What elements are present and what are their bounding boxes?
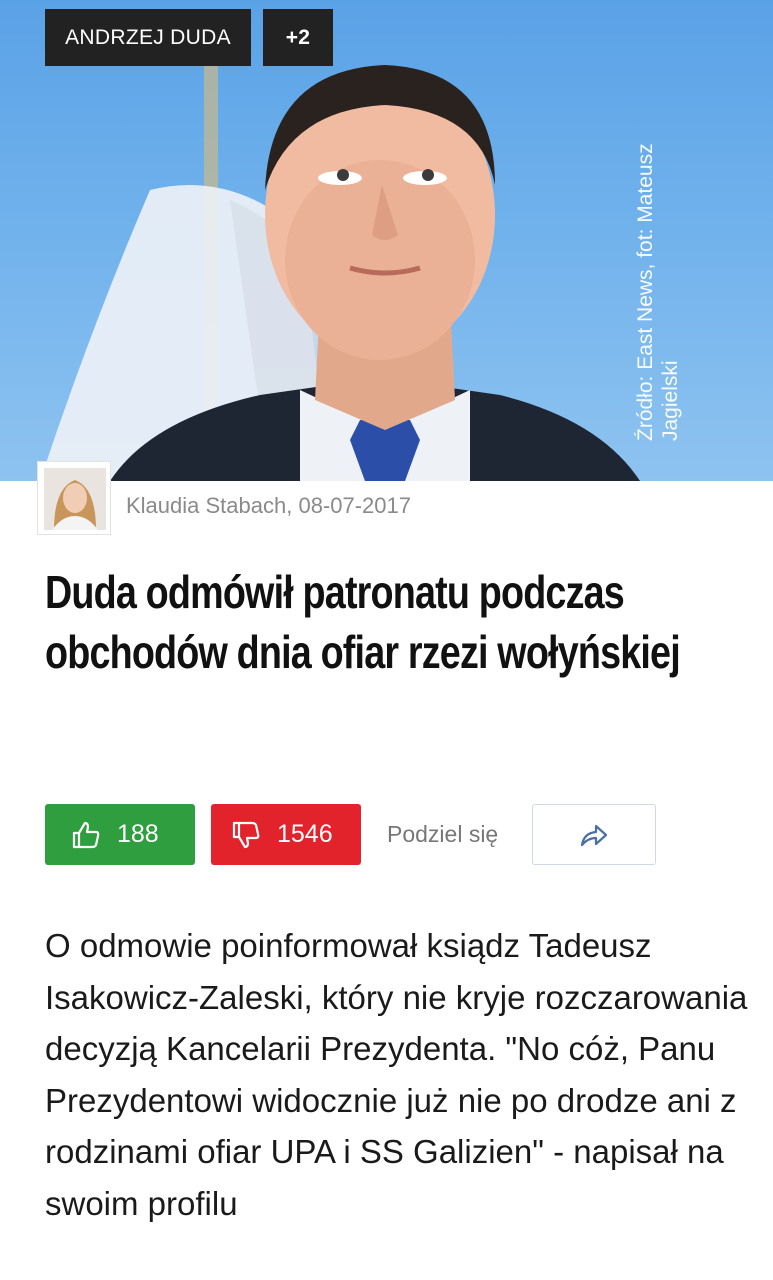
like-count: 188	[117, 820, 159, 848]
photo-credit-line2: Jagielski	[659, 360, 682, 441]
author-avatar[interactable]	[37, 461, 111, 535]
share-label: Podziel się	[387, 821, 499, 847]
thumbs-up-icon	[72, 821, 100, 848]
article-body: O odmowie poinformował ksiądz Tadeusz Is…	[45, 927, 748, 1222]
share-button[interactable]	[532, 804, 656, 865]
dislike-count: 1546	[277, 820, 333, 848]
like-button[interactable]: 188	[45, 804, 195, 865]
tag-more-button[interactable]: +2	[263, 9, 333, 66]
tag-andrzej-duda[interactable]: ANDRZEJ DUDA	[45, 9, 251, 66]
hero-photo: ANDRZEJ DUDA +2 Źródło: East News, fot: …	[0, 0, 773, 481]
author-photo	[44, 468, 106, 530]
share-arrow-icon	[580, 824, 608, 846]
dislike-button[interactable]: 1546	[211, 804, 361, 865]
photo-credit-line1: Źródło: East News, fot: Mateusz	[634, 143, 657, 441]
article-title: Duda odmówił patronatu podczas obchodów …	[45, 566, 681, 678]
article-byline: Klaudia Stabach, 08-07-2017	[126, 493, 411, 518]
thumbs-down-icon	[232, 821, 260, 848]
photo-credit: Źródło: East News, fot: Mateusz Jagielsk…	[633, 143, 683, 441]
